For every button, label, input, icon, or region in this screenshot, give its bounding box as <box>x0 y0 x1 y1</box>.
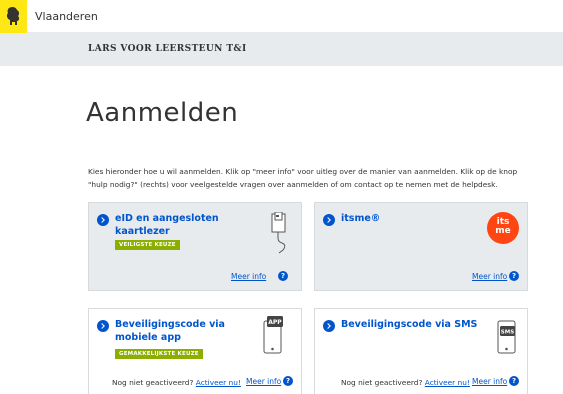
not-activated-text: Nog niet geactiveerd? <box>112 378 194 387</box>
chevron-right-icon <box>323 320 335 332</box>
option-itsme-card[interactable]: itsme® its me Meer info ? <box>314 202 528 291</box>
not-activated-text: Nog niet geactiveerd? <box>341 378 423 387</box>
easiest-choice-badge: GEMAKKELIJKSTE KEUZE <box>115 349 203 359</box>
app-icon-label: APP <box>268 319 282 326</box>
smartphone-icon: APP <box>263 316 283 354</box>
chevron-right-icon <box>323 214 335 226</box>
help-icon[interactable]: ? <box>278 271 288 281</box>
activate-now-link[interactable]: Activeer nu! <box>425 378 470 387</box>
intro-text: Kies hieronder hoe u wil aanmelden. Klik… <box>88 167 518 189</box>
option-sms-card[interactable]: Beveiligingscode via SMS SMS Nog niet ge… <box>314 308 528 394</box>
itsme-logo: its me <box>487 212 519 244</box>
itsme-logo-line2: me <box>495 226 511 236</box>
activation-note: Nog niet geactiveerd? Activeer nu! <box>112 378 241 387</box>
page-title: Aanmelden <box>86 98 239 128</box>
top-bar: Vlaanderen <box>0 0 563 33</box>
option-app-card[interactable]: Beveiligingscode via mobiele app GEMAKKE… <box>88 308 302 394</box>
help-icon[interactable]: ? <box>509 376 519 386</box>
option-eid-title[interactable]: eID en aangesloten kaartlezer <box>115 212 245 238</box>
more-info-link[interactable]: Meer info <box>246 377 281 386</box>
help-icon[interactable]: ? <box>283 376 293 386</box>
activate-now-link[interactable]: Activeer nu! <box>196 378 241 387</box>
mobile-phone-icon: SMS <box>497 320 516 354</box>
more-info-link[interactable]: Meer info <box>472 272 507 281</box>
option-itsme-title[interactable]: itsme® <box>341 212 380 225</box>
card-reader-icon <box>271 212 286 254</box>
more-info-link[interactable]: Meer info <box>472 377 507 386</box>
application-title: LARS VOOR LEERSTEUN T&I <box>88 44 247 54</box>
more-info-link[interactable]: Meer info <box>231 272 266 281</box>
lion-icon <box>6 6 20 25</box>
safest-choice-badge: VEILIGSTE KEUZE <box>115 240 180 250</box>
help-icon[interactable]: ? <box>509 271 519 281</box>
sub-header: LARS VOOR LEERSTEUN T&I <box>0 33 563 66</box>
vlaanderen-lion-logo[interactable] <box>0 0 27 33</box>
option-sms-title[interactable]: Beveiligingscode via SMS <box>341 318 477 331</box>
brand-name[interactable]: Vlaanderen <box>35 10 98 23</box>
sms-icon-label: SMS <box>501 330 514 336</box>
option-app-title[interactable]: Beveiligingscode via mobiele app <box>115 318 260 344</box>
option-eid-card[interactable]: eID en aangesloten kaartlezer VEILIGSTE … <box>88 202 302 291</box>
chevron-right-icon <box>97 214 109 226</box>
activation-note: Nog niet geactiveerd? Activeer nu! <box>341 378 470 387</box>
chevron-right-icon <box>97 320 109 332</box>
